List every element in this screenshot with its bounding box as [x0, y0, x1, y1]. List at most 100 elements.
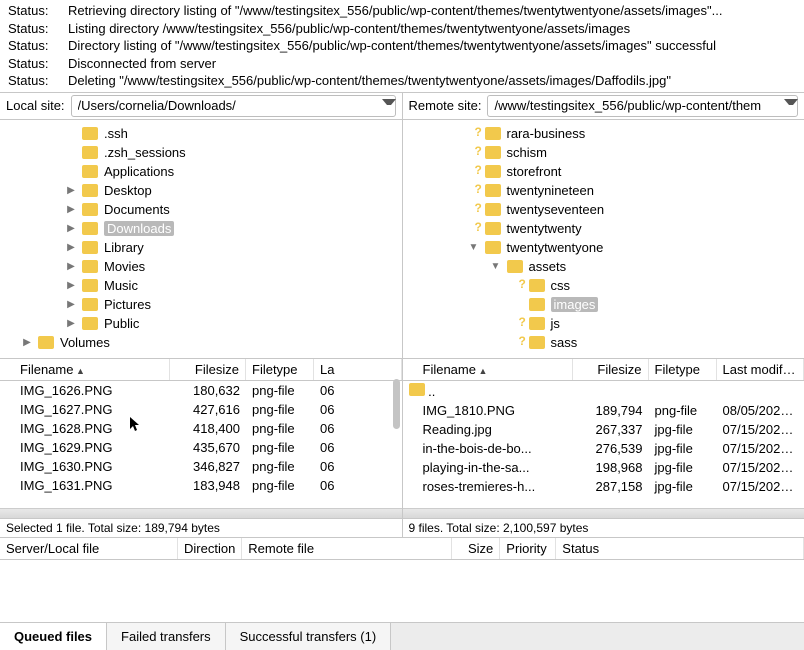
col-direction[interactable]: Direction — [178, 538, 242, 559]
local-site-input[interactable] — [71, 95, 396, 117]
tree-label: Downloads — [104, 221, 174, 236]
scrollbar-horizontal[interactable] — [403, 508, 804, 518]
tree-item[interactable]: Applications — [0, 162, 402, 181]
list-row[interactable]: IMG_1631.PNG183,948png-file06 — [0, 476, 402, 495]
list-row[interactable]: IMG_1628.PNG418,400png-file06 — [0, 419, 402, 438]
scrollbar-horizontal[interactable] — [0, 508, 402, 518]
disclosure-icon[interactable]: ▶ — [66, 280, 76, 291]
list-row[interactable]: IMG_1629.PNG435,670png-file06 — [0, 438, 402, 457]
disclosure-icon[interactable]: ▶ — [66, 185, 76, 196]
cell-size: 189,794 — [573, 402, 649, 419]
cell-mod: 06 — [314, 382, 402, 399]
status-label: Status: — [8, 20, 50, 38]
list-row[interactable]: IMG_1626.PNG180,632png-file06 — [0, 381, 402, 400]
tree-item[interactable]: css — [403, 276, 804, 295]
list-row[interactable]: playing-in-the-sa...198,968jpg-file07/15… — [403, 458, 804, 477]
col-lastmod[interactable]: Last modified — [717, 359, 804, 380]
tree-item[interactable]: ▶Desktop — [0, 181, 402, 200]
queue-body[interactable] — [0, 560, 804, 622]
tree-item[interactable]: ▶ Downloads — [0, 219, 402, 238]
folder-icon — [82, 127, 98, 140]
tree-item[interactable]: ▶Library — [0, 238, 402, 257]
tree-item[interactable]: ▶Movies — [0, 257, 402, 276]
tree-item[interactable]: .ssh — [0, 124, 402, 143]
list-row[interactable]: IMG_1627.PNG427,616png-file06 — [0, 400, 402, 419]
disclosure-icon[interactable]: ▼ — [469, 242, 479, 253]
cell-mod — [717, 382, 804, 400]
tree-item[interactable]: schism — [403, 143, 804, 162]
col-remote-file[interactable]: Remote file — [242, 538, 452, 559]
folder-icon — [529, 336, 545, 349]
list-row[interactable]: .. — [403, 381, 804, 401]
col-filesize[interactable]: Filesize — [573, 359, 649, 380]
tree-item[interactable]: twentyseventeen — [403, 200, 804, 219]
col-filesize[interactable]: Filesize — [170, 359, 246, 380]
tree-item[interactable]: ▶Music — [0, 276, 402, 295]
col-filetype[interactable]: Filetype — [246, 359, 314, 380]
folder-icon — [82, 241, 98, 254]
tree-item[interactable]: storefront — [403, 162, 804, 181]
disclosure-icon[interactable]: ▶ — [22, 337, 32, 348]
col-filetype[interactable]: Filetype — [649, 359, 717, 380]
cell-type — [649, 382, 717, 400]
tree-item[interactable]: ▼assets — [403, 257, 804, 276]
remote-list-header[interactable]: Filename Filesize Filetype Last modified — [403, 359, 804, 381]
folder-icon — [529, 298, 545, 311]
remote-tree[interactable]: rara-businessschismstorefronttwentyninet… — [402, 120, 804, 358]
list-row[interactable]: IMG_1810.PNG189,794png-file08/05/2021 1 — [403, 401, 804, 420]
disclosure-icon[interactable]: ▶ — [66, 223, 76, 234]
list-row[interactable]: IMG_1630.PNG346,827png-file06 — [0, 457, 402, 476]
tree-item[interactable]: ▶Pictures — [0, 295, 402, 314]
list-row[interactable]: in-the-bois-de-bo...276,539jpg-file07/15… — [403, 439, 804, 458]
cell-size: 267,337 — [573, 421, 649, 438]
tree-label: .ssh — [104, 126, 128, 141]
col-priority[interactable]: Priority — [500, 538, 556, 559]
local-file-list[interactable]: Filename Filesize Filetype La IMG_1626.P… — [0, 359, 402, 518]
disclosure-icon[interactable]: ▶ — [66, 242, 76, 253]
list-row[interactable]: roses-tremieres-h...287,158jpg-file07/15… — [403, 477, 804, 496]
local-tree[interactable]: .ssh.zsh_sessionsApplications▶Desktop▶Do… — [0, 120, 402, 358]
tree-item[interactable]: ▶Volumes — [0, 333, 402, 352]
tab-queued[interactable]: Queued files — [0, 623, 107, 650]
tree-panes: .ssh.zsh_sessionsApplications▶Desktop▶Do… — [0, 120, 804, 358]
disclosure-icon[interactable]: ▶ — [66, 299, 76, 310]
status-label: Status: — [8, 55, 50, 73]
cell-mod: 06 — [314, 439, 402, 456]
tree-item[interactable]: ▶Public — [0, 314, 402, 333]
tab-failed[interactable]: Failed transfers — [107, 623, 226, 650]
status-label: Status: — [8, 2, 50, 20]
col-filename[interactable]: Filename — [403, 359, 573, 380]
tree-item[interactable]: ▶Documents — [0, 200, 402, 219]
tree-item[interactable]: js — [403, 314, 804, 333]
local-list-header[interactable]: Filename Filesize Filetype La — [0, 359, 402, 381]
cell-name: IMG_1810.PNG — [403, 402, 573, 419]
col-status[interactable]: Status — [556, 538, 804, 559]
col-size[interactable]: Size — [452, 538, 500, 559]
folder-icon — [485, 241, 501, 254]
status-log: Status:Retrieving directory listing of "… — [0, 0, 804, 92]
remote-site-input[interactable] — [487, 95, 798, 117]
col-filename[interactable]: Filename — [0, 359, 170, 380]
disclosure-icon[interactable]: ▶ — [66, 204, 76, 215]
tree-label: images — [551, 297, 599, 312]
cell-size: 435,670 — [170, 439, 246, 456]
tree-item[interactable]: ▼twentytwentyone — [403, 238, 804, 257]
tree-item[interactable]: rara-business — [403, 124, 804, 143]
scrollbar-thumb[interactable] — [393, 379, 400, 429]
disclosure-icon[interactable]: ▼ — [491, 261, 501, 272]
tree-item[interactable]: twentytwenty — [403, 219, 804, 238]
tab-success[interactable]: Successful transfers (1) — [226, 623, 392, 650]
folder-icon — [82, 184, 98, 197]
status-label: Status: — [8, 37, 50, 55]
tree-item[interactable]: sass — [403, 333, 804, 352]
tree-item[interactable]: .zsh_sessions — [0, 143, 402, 162]
tree-item[interactable]: images — [403, 295, 804, 314]
disclosure-icon[interactable]: ▶ — [66, 261, 76, 272]
disclosure-icon[interactable]: ▶ — [66, 318, 76, 329]
tree-item[interactable]: twentynineteen — [403, 181, 804, 200]
col-lastmod[interactable]: La — [314, 359, 402, 380]
col-server-file[interactable]: Server/Local file — [0, 538, 178, 559]
queue-header[interactable]: Server/Local file Direction Remote file … — [0, 537, 804, 560]
list-row[interactable]: Reading.jpg267,337jpg-file07/15/2021 1 — [403, 420, 804, 439]
remote-file-list[interactable]: Filename Filesize Filetype Last modified… — [402, 359, 804, 518]
